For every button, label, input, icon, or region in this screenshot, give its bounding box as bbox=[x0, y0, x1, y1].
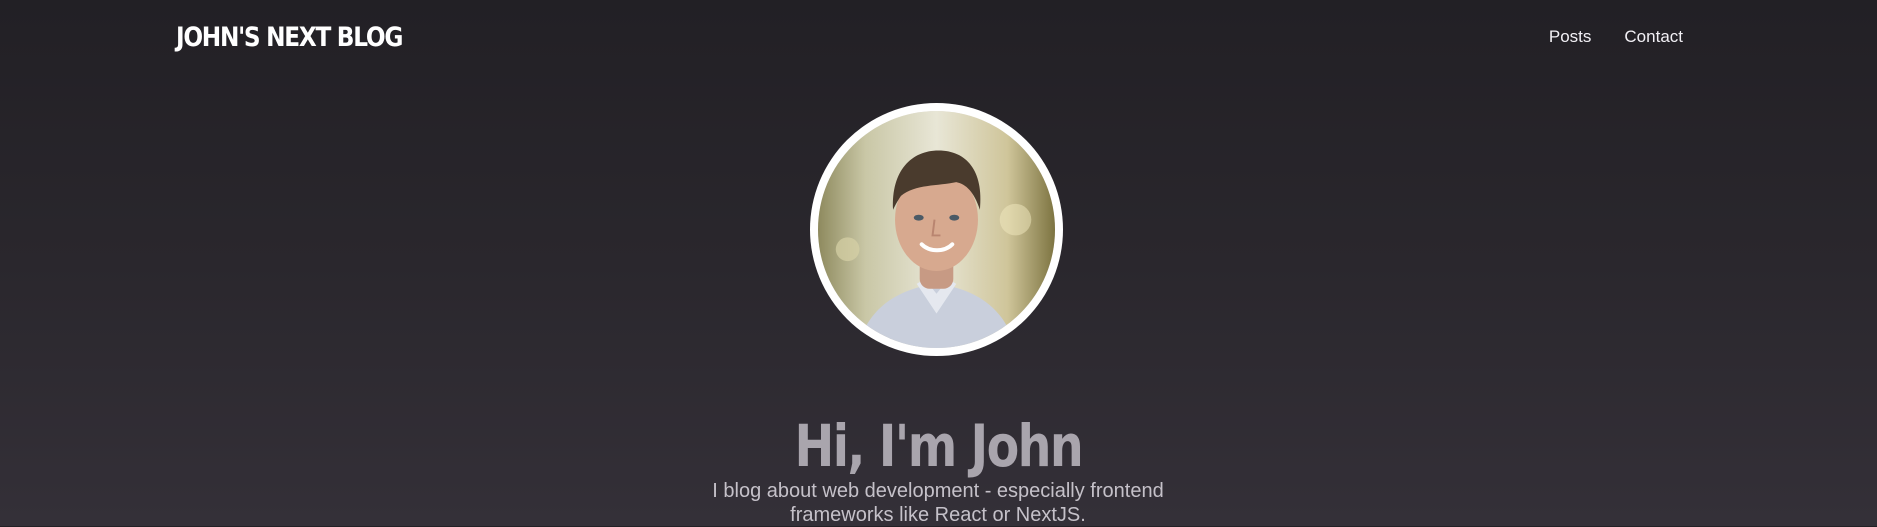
page-title: Hi, I'm John bbox=[0, 411, 1877, 481]
nav-link-contact[interactable]: Contact bbox=[1624, 25, 1683, 49]
avatar bbox=[818, 111, 1055, 348]
page-subtitle: I blog about web development - especiall… bbox=[712, 480, 1164, 526]
page-title-text: Hi, I'm John bbox=[794, 411, 1084, 480]
profile-photo-icon bbox=[818, 111, 1055, 348]
site-header: John's Next Blog Posts Contact bbox=[0, 0, 1877, 76]
avatar-frame bbox=[810, 103, 1063, 356]
main-nav: Posts Contact bbox=[1549, 25, 1683, 49]
nav-link-posts[interactable]: Posts bbox=[1549, 25, 1592, 49]
site-logo[interactable]: John's Next Blog bbox=[176, 20, 403, 56]
